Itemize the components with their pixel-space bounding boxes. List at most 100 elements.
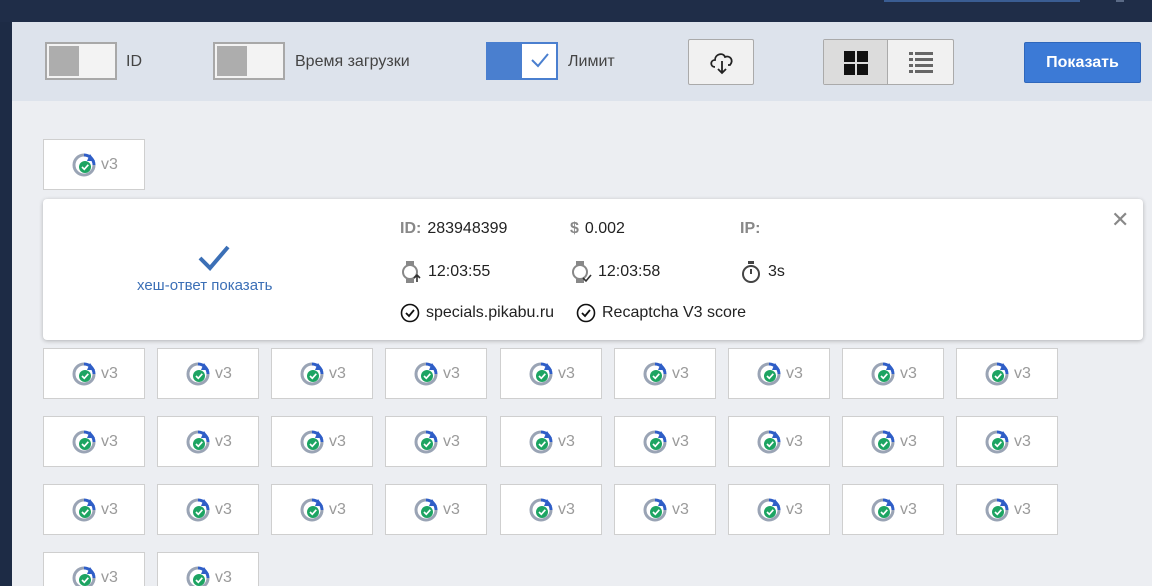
captcha-tile[interactable]: v3	[385, 348, 487, 399]
duration: 3s	[768, 263, 785, 280]
tile-label: v3	[900, 500, 917, 518]
captcha-tile[interactable]: v3	[500, 484, 602, 535]
captcha-tile[interactable]: v3	[842, 484, 944, 535]
captcha-tile[interactable]: v3	[956, 416, 1058, 467]
start-time: 12:03:55	[428, 263, 491, 280]
tile-label: v3	[329, 500, 346, 518]
recaptcha-icon	[757, 430, 781, 453]
id-key: ID:	[400, 220, 422, 237]
start-time-field: 12:03:55	[400, 260, 490, 284]
hash-show-link[interactable]: показать	[211, 277, 272, 294]
cloud-download-icon	[710, 53, 733, 75]
recaptcha-icon	[72, 430, 96, 453]
recaptcha-icon	[300, 498, 324, 521]
captcha-tile[interactable]: v3	[500, 416, 602, 467]
hash-answer: хеш-ответ показать	[137, 277, 272, 294]
tile-label: v3	[443, 432, 460, 450]
download-button[interactable]	[688, 39, 754, 85]
recaptcha-icon	[186, 430, 210, 453]
captcha-tile[interactable]: v3	[157, 552, 259, 586]
captcha-tile[interactable]: v3	[385, 484, 487, 535]
id-toggle[interactable]	[45, 42, 117, 80]
tile-label: v3	[215, 568, 232, 586]
recaptcha-icon	[72, 362, 96, 385]
close-icon[interactable]: ✕	[1111, 209, 1129, 231]
type-field: Recaptcha V3 score	[576, 303, 746, 323]
captcha-tile[interactable]: v3	[271, 416, 373, 467]
tile-label: v3	[900, 432, 917, 450]
task-detail-card: ✕ хеш-ответ показать ID: 283948399 $ 0.0…	[43, 199, 1143, 340]
captcha-tile[interactable]: v3	[728, 484, 830, 535]
captcha-tile[interactable]: v3	[614, 348, 716, 399]
price-key: $	[570, 220, 579, 237]
recaptcha-icon	[414, 498, 438, 521]
recaptcha-icon	[300, 362, 324, 385]
tile-label: v3	[1014, 500, 1031, 518]
captcha-tile[interactable]: v3	[385, 416, 487, 467]
captcha-tile[interactable]: v3	[614, 484, 716, 535]
tile-label: v3	[786, 364, 803, 382]
site: specials.pikabu.ru	[426, 304, 555, 321]
captcha-tile[interactable]: v3	[157, 484, 259, 535]
site-field: specials.pikabu.ru	[400, 303, 554, 323]
id-field: ID: 283948399	[400, 220, 507, 238]
limit-toggle[interactable]	[486, 42, 558, 80]
recaptcha-icon	[72, 153, 96, 176]
recaptcha-icon	[186, 498, 210, 521]
captcha-type: Recaptcha V3 score	[602, 304, 747, 321]
recaptcha-icon	[871, 430, 895, 453]
hash-answer-label: хеш-ответ	[137, 277, 208, 294]
grid-view-button[interactable]	[824, 40, 888, 84]
list-view-button[interactable]	[889, 40, 953, 84]
time-toggle[interactable]	[213, 42, 285, 80]
captcha-tile[interactable]: v3	[728, 348, 830, 399]
recaptcha-icon	[300, 430, 324, 453]
tile-label: v3	[443, 500, 460, 518]
tile-label: v3	[215, 432, 232, 450]
recaptcha-icon	[985, 430, 1009, 453]
recaptcha-icon	[72, 498, 96, 521]
captcha-tile[interactable]: v3	[157, 416, 259, 467]
left-strip	[0, 22, 12, 586]
captcha-tile[interactable]: v3	[500, 348, 602, 399]
captcha-tile[interactable]: v3	[842, 416, 944, 467]
duration-field: 3s	[740, 260, 785, 284]
tile-label: v3	[329, 364, 346, 382]
solved-check-icon	[198, 245, 230, 271]
toolbar: ID Время загрузки Лимит Показать	[12, 22, 1152, 101]
toggle-knob	[217, 46, 247, 76]
captcha-tile[interactable]: v3	[271, 348, 373, 399]
toggle-knob	[49, 46, 79, 76]
captcha-tile[interactable]: v3	[956, 484, 1058, 535]
tile-label: v3	[329, 432, 346, 450]
captcha-tile[interactable]: v3	[614, 416, 716, 467]
tile-label: v3	[558, 500, 575, 518]
captcha-tile[interactable]: v3	[43, 552, 145, 586]
top-bar-button[interactable]	[884, 0, 1080, 2]
captcha-tile[interactable]: v3	[728, 416, 830, 467]
grid-icon	[844, 51, 868, 75]
watch-upload-icon	[402, 261, 421, 283]
top-bar-menu-icon[interactable]	[1116, 0, 1124, 2]
captcha-tile[interactable]: v3	[43, 416, 145, 467]
id-toggle-label: ID	[126, 53, 142, 70]
show-button[interactable]: Показать	[1024, 42, 1141, 83]
view-switch	[823, 39, 954, 85]
toggle-knob	[488, 44, 522, 78]
recaptcha-icon	[757, 498, 781, 521]
recaptcha-icon	[529, 498, 553, 521]
captcha-tile[interactable]: v3	[271, 484, 373, 535]
captcha-tile[interactable]: v3	[43, 484, 145, 535]
recaptcha-icon	[871, 498, 895, 521]
captcha-tile[interactable]: v3	[842, 348, 944, 399]
recaptcha-icon	[529, 430, 553, 453]
recaptcha-icon	[985, 362, 1009, 385]
recaptcha-icon	[985, 498, 1009, 521]
captcha-tile[interactable]: v3	[43, 139, 145, 190]
captcha-tile[interactable]: v3	[956, 348, 1058, 399]
captcha-tile[interactable]: v3	[157, 348, 259, 399]
tile-label: v3	[558, 432, 575, 450]
tile-label: v3	[786, 500, 803, 518]
tile-label: v3	[101, 500, 118, 518]
captcha-tile[interactable]: v3	[43, 348, 145, 399]
